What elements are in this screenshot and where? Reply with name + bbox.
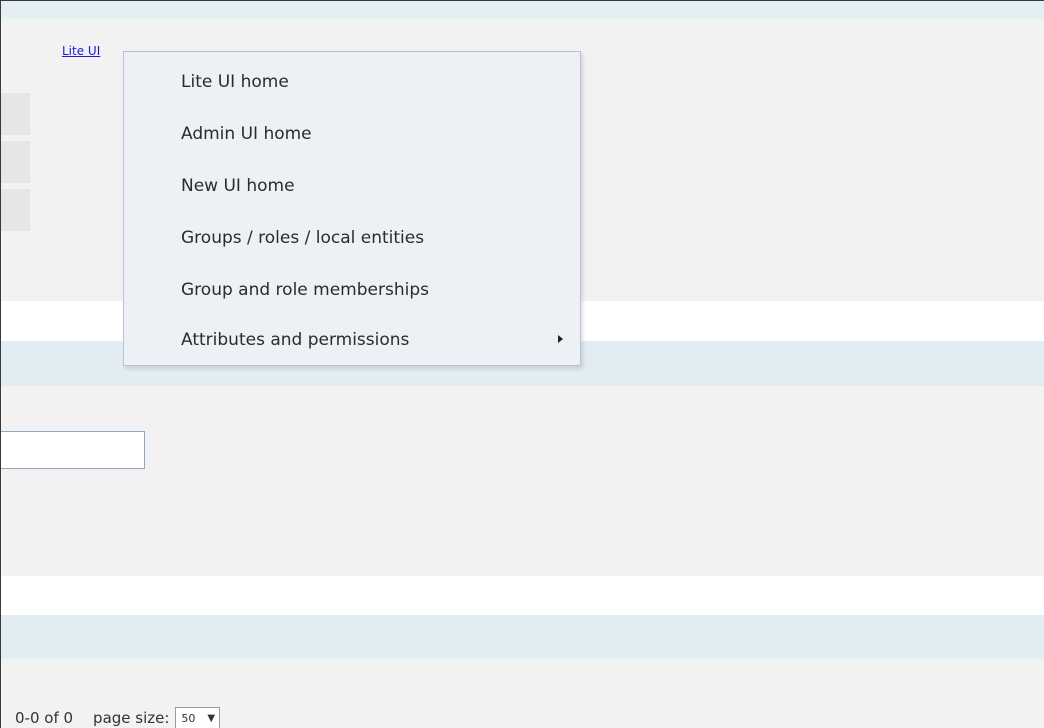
menu-item-attributes-and-permissions[interactable]: Attributes and permissions <box>124 314 580 366</box>
menu-item-label: Groups / roles / local entities <box>181 228 425 248</box>
menu-item-label: Attributes and permissions <box>181 330 410 350</box>
results-header-band <box>1 615 1044 659</box>
page-size-select[interactable]: 50 ▼ <box>175 707 221 728</box>
app-frame: Lite UI 0-0 of 0 page size: 50 ▼ Lite UI… <box>0 0 1044 728</box>
menu-item-new-ui-home[interactable]: New UI home <box>124 160 580 212</box>
divider-band <box>1 576 1044 615</box>
side-tab[interactable] <box>1 141 30 183</box>
menu-item-admin-ui-home[interactable]: Admin UI home <box>124 108 580 160</box>
side-tab[interactable] <box>1 189 30 231</box>
menu-item-lite-ui-home[interactable]: Lite UI home <box>124 56 580 108</box>
menu-item-groups-roles-local-entities[interactable]: Groups / roles / local entities <box>124 212 580 264</box>
pager: 0-0 of 0 page size: 50 ▼ <box>15 707 221 728</box>
page-size-value: 50 <box>181 711 196 725</box>
menu-item-label: Group and role memberships <box>181 280 429 300</box>
menu-item-group-and-role-memberships[interactable]: Group and role memberships <box>124 264 580 316</box>
menu-item-label: New UI home <box>181 176 295 196</box>
filter-input[interactable] <box>1 431 145 469</box>
menu-item-label: Lite UI home <box>181 72 289 92</box>
menu-item-label: Admin UI home <box>181 124 312 144</box>
lite-ui-menu-link[interactable]: Lite UI <box>62 44 100 58</box>
filter-area <box>1 386 1044 576</box>
nav-dropdown-menu: Lite UI home Admin UI home New UI home G… <box>123 51 581 366</box>
side-tab[interactable] <box>1 93 30 135</box>
top-bar <box>1 1 1044 19</box>
dropdown-arrow-icon: ▼ <box>207 712 216 724</box>
pager-range: 0-0 of 0 <box>15 709 74 727</box>
page-size-label: page size: <box>93 709 170 727</box>
submenu-arrow-icon <box>558 335 563 343</box>
